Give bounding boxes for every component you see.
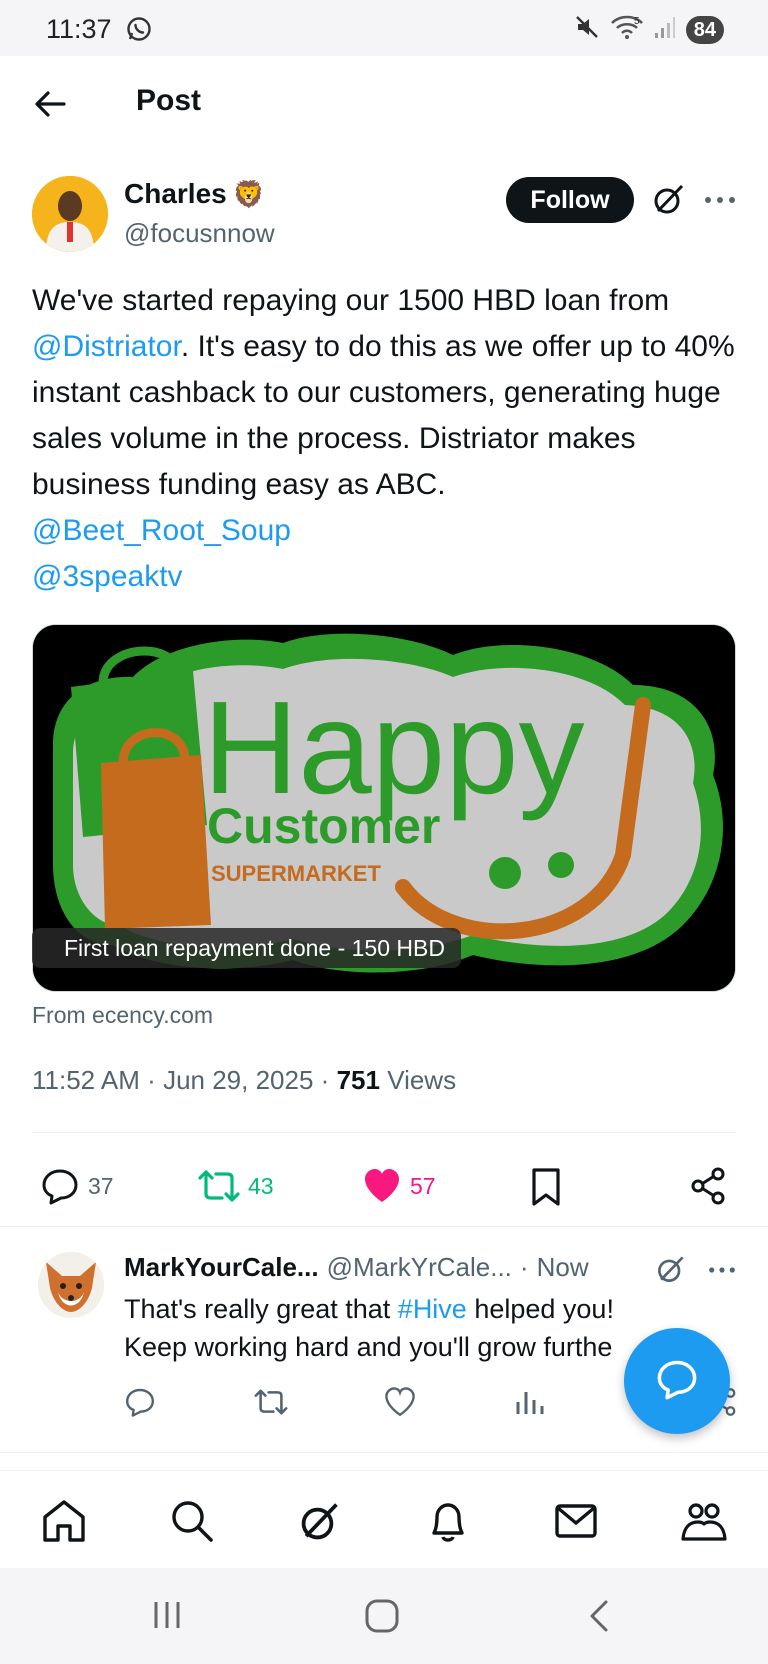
reply-separator: · [519, 1252, 529, 1282]
source-link[interactable]: From ecency.com [32, 1002, 213, 1029]
post-meta: 11:52 AM · Jun 29, 2025 · 751 Views [32, 1065, 456, 1096]
reply-avatar[interactable] [38, 1252, 104, 1318]
mention-link-beet-root-soup[interactable]: @Beet_Root_Soup [32, 514, 291, 547]
logo-word-customer: Customer [207, 798, 440, 854]
wifi-label: 5 [634, 16, 640, 27]
share-button[interactable] [688, 1166, 728, 1206]
grok-icon[interactable] [650, 180, 688, 218]
home-system-icon[interactable] [364, 1598, 400, 1639]
repost-icon [198, 1166, 240, 1206]
reply-author-handle[interactable]: @MarkYrCale... [327, 1252, 512, 1283]
author-name[interactable]: Charles 🦁 [124, 178, 265, 210]
author-avatar[interactable] [32, 176, 108, 252]
mute-icon [574, 14, 600, 45]
post-text-segment: We've started repaying our 1500 HBD loan… [32, 284, 670, 317]
whatsapp-icon [126, 16, 152, 47]
reply-button[interactable]: 37 [40, 1166, 114, 1206]
heart-filled-icon [362, 1166, 402, 1206]
chat-bubble-icon [655, 1357, 699, 1406]
like-button[interactable]: 57 [362, 1166, 436, 1206]
reply-time: Now [536, 1252, 589, 1282]
recent-apps-icon[interactable] [150, 1598, 184, 1637]
reply-author-name[interactable]: MarkYourCale... [124, 1252, 319, 1283]
system-navigation-bar [0, 1568, 768, 1664]
bookmark-button[interactable] [528, 1166, 564, 1208]
reply-reply-icon[interactable] [124, 1386, 156, 1423]
lion-emoji: 🦁 [232, 178, 266, 209]
post-time: 11:52 AM [32, 1065, 140, 1095]
reply-icon [40, 1166, 80, 1206]
battery-indicator: 84 [685, 15, 724, 44]
logo-word-supermarket: SUPERMARKET [211, 861, 381, 886]
repost-button[interactable]: 43 [198, 1166, 274, 1206]
divider [0, 1452, 768, 1453]
reply-heart-icon[interactable] [384, 1386, 416, 1423]
reply-text-line-2: Keep working hard and you'll grow furthe [124, 1332, 613, 1362]
reply-views-icon[interactable] [514, 1386, 546, 1423]
share-icon [688, 1166, 728, 1206]
views-label: Views [387, 1065, 457, 1095]
mention-link-3speaktv[interactable]: @3speaktv [32, 560, 183, 593]
hashtag-hive[interactable]: #Hive [398, 1294, 467, 1324]
messages-icon[interactable] [552, 1497, 600, 1545]
more-options-icon[interactable] [700, 186, 740, 214]
page-title: Post [136, 84, 202, 117]
bookmark-icon [528, 1166, 564, 1208]
author-handle[interactable]: @focusnnow [124, 218, 275, 249]
repost-count: 43 [248, 1172, 274, 1199]
reply-header: MarkYourCale... @MarkYrCale... · Now [124, 1252, 589, 1283]
status-time: 11:37 [46, 14, 112, 44]
status-bar: 11:37 5 84 [0, 0, 768, 56]
post-action-bar: 37 43 57 [0, 1158, 768, 1222]
follow-button[interactable]: Follow [506, 177, 634, 223]
search-icon[interactable] [168, 1497, 216, 1545]
back-arrow-icon[interactable] [30, 84, 70, 124]
notifications-icon[interactable] [424, 1497, 472, 1545]
meta-separator: · [147, 1065, 156, 1095]
like-count: 57 [410, 1172, 436, 1199]
compose-reply-button[interactable] [624, 1328, 730, 1434]
reply-text-segment: helped you! [466, 1294, 614, 1324]
post-date: Jun 29, 2025 [163, 1065, 314, 1095]
meta-separator: · [320, 1065, 330, 1095]
reply-text: That's really great that #Hive helped yo… [124, 1290, 684, 1366]
mention-link-distriator[interactable]: @Distriator [32, 330, 181, 363]
reply-more-options-icon[interactable] [704, 1258, 740, 1287]
communities-icon[interactable] [680, 1497, 728, 1545]
signal-icon [654, 15, 676, 44]
reply-text-segment: That's really great that [124, 1294, 398, 1324]
grok-nav-icon[interactable] [296, 1497, 344, 1545]
reply-grok-icon[interactable] [654, 1252, 688, 1291]
media-caption: First loan repayment done - 150 HBD [32, 928, 461, 968]
bottom-navigation [0, 1470, 768, 1568]
reply-count: 37 [88, 1172, 114, 1199]
author-name-text: Charles [124, 178, 227, 209]
home-icon[interactable] [40, 1497, 88, 1545]
reply-repost-icon[interactable] [254, 1386, 288, 1423]
divider [0, 1226, 768, 1227]
divider [32, 1132, 736, 1133]
views-count: 751 [336, 1065, 380, 1095]
back-system-icon[interactable] [582, 1598, 616, 1639]
page-header: Post [0, 56, 768, 152]
post-text: We've started repaying our 1500 HBD loan… [32, 278, 742, 600]
status-icons: 5 84 [574, 14, 724, 45]
wifi-icon: 5 [610, 14, 644, 45]
